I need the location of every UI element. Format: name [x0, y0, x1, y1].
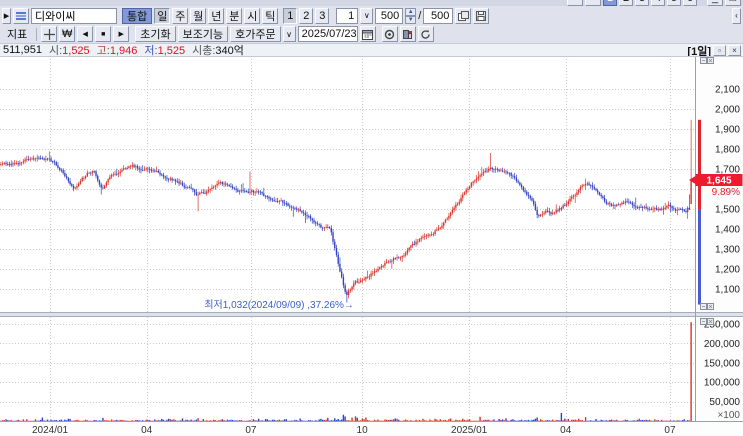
- screen-tab-4[interactable]: 4: [651, 0, 665, 6]
- won-price-icon[interactable]: ₩: [59, 26, 76, 42]
- svg-text:2,000: 2,000: [715, 105, 740, 116]
- step-up-icon[interactable]: ▲: [405, 7, 417, 16]
- divider: [36, 27, 38, 41]
- refresh-icon[interactable]: [417, 26, 434, 42]
- svg-text:1,900: 1,900: [715, 125, 740, 136]
- calendar-icon[interactable]: [359, 26, 376, 42]
- screen-tab-6[interactable]: 6: [683, 0, 697, 6]
- minimize-button[interactable]: _: [707, 0, 723, 6]
- reset-button[interactable]: 초기화: [135, 26, 176, 42]
- svg-text:1,100: 1,100: [715, 285, 740, 296]
- scroll-left-button[interactable]: ◀: [77, 26, 94, 42]
- order-dropdown-button[interactable]: ∨: [282, 26, 296, 42]
- period-hour-button[interactable]: 시: [244, 7, 261, 24]
- scroll-right-button[interactable]: ▶: [113, 26, 130, 42]
- stock-list-icon[interactable]: [13, 7, 29, 24]
- interval-dropdown-button[interactable]: ∨: [360, 7, 374, 24]
- chart-count-1-button[interactable]: 1: [283, 7, 298, 24]
- screen-tab-3[interactable]: 3: [635, 0, 649, 6]
- svg-text:100,000: 100,000: [704, 378, 741, 389]
- period-tick-button[interactable]: 틱: [262, 7, 279, 24]
- price-pane-collapse-icons[interactable]: [700, 303, 714, 310]
- building-icon[interactable]: [399, 26, 416, 42]
- svg-text:150,000: 150,000: [704, 358, 741, 369]
- svg-text:1,800: 1,800: [715, 145, 740, 156]
- candlestick-chart[interactable]: 2,100 2,000 1,900 1,800 1,700 1,500 1,400 1,300…: [0, 56, 743, 436]
- screen-tab-5[interactable]: 5: [667, 0, 681, 6]
- period-year-button[interactable]: 년: [208, 7, 225, 24]
- svg-text:1,400: 1,400: [715, 225, 740, 236]
- svg-text:1,200: 1,200: [715, 265, 740, 276]
- svg-text:04: 04: [141, 425, 153, 436]
- aux-function-button[interactable]: 보조기능: [177, 26, 229, 42]
- menu-icon: [16, 11, 26, 20]
- maximize-button[interactable]: □: [725, 0, 741, 6]
- bars-count-input[interactable]: 500: [375, 7, 404, 24]
- stop-button[interactable]: ■: [95, 26, 112, 42]
- svg-text:10: 10: [357, 425, 369, 436]
- svg-text:1,500: 1,500: [715, 205, 740, 216]
- print-icon[interactable]: [585, 0, 601, 6]
- collapse-panel-button[interactable]: ‹: [732, 7, 741, 24]
- screen-icon[interactable]: [567, 0, 583, 6]
- svg-text:200,000: 200,000: [704, 339, 741, 350]
- screen-tab-1[interactable]: 1: [603, 0, 617, 6]
- period-day-button[interactable]: 일: [154, 7, 171, 24]
- price-pane-expand-icons[interactable]: [700, 57, 714, 64]
- gear-icon[interactable]: [381, 26, 398, 42]
- screen-tab-2[interactable]: 2: [619, 0, 633, 6]
- period-week-button[interactable]: 주: [172, 7, 189, 24]
- volume-pane-expand-icons[interactable]: [700, 318, 714, 325]
- chart-toolbar: ▸ 통합 일 주 월 년 분 시 틱 1 2 3 1 ∨ 500 ▲▼ / 50…: [0, 6, 743, 25]
- period-month-button[interactable]: 월: [190, 7, 207, 24]
- chart-subtoolbar: 지표 ₩ ◀ ■ ▶ 초기화 보조기능 호가주문 ∨ 2025/07/23: [0, 25, 743, 43]
- svg-text:2024/01: 2024/01: [32, 425, 69, 436]
- order-button[interactable]: 호가주문: [230, 26, 281, 42]
- period-minute-button[interactable]: 분: [226, 7, 243, 24]
- close-window-button[interactable]: ×: [728, 45, 741, 56]
- bars-count-stepper[interactable]: ▲ ▼: [405, 7, 417, 24]
- indicator-button[interactable]: 지표: [2, 26, 32, 42]
- panel-arrow-button[interactable]: ▸: [2, 7, 11, 24]
- volume-pane[interactable]: [0, 317, 695, 421]
- stock-name-input[interactable]: [31, 7, 117, 24]
- slash-label: /: [418, 9, 422, 22]
- interval-value[interactable]: 1: [336, 7, 359, 24]
- svg-text:9.89%: 9.89%: [712, 187, 740, 198]
- status-bar: 511,951 시:1,525 고:1,946 저:1,525 시총:340억 …: [0, 43, 743, 58]
- bars-total-input[interactable]: 500: [423, 7, 454, 24]
- new-window-icon[interactable]: [455, 7, 472, 24]
- step-down-icon[interactable]: ▼: [405, 15, 417, 24]
- svg-text:2025/01: 2025/01: [451, 425, 488, 436]
- chart-count-3-button[interactable]: 3: [315, 7, 330, 24]
- crosshair-icon[interactable]: [41, 26, 58, 42]
- svg-text:50,000: 50,000: [709, 397, 740, 408]
- mode-combined-button[interactable]: 통합: [122, 7, 153, 24]
- svg-text:1,645: 1,645: [706, 176, 731, 187]
- svg-text:1,300: 1,300: [715, 245, 740, 256]
- price-pane[interactable]: [0, 56, 695, 312]
- svg-text:07: 07: [245, 425, 257, 436]
- svg-text:×100: ×100: [717, 410, 740, 421]
- svg-text:1,700: 1,700: [715, 165, 740, 176]
- price-range-band: [698, 119, 701, 305]
- svg-text:2,100: 2,100: [715, 85, 740, 96]
- chart-count-2-button[interactable]: 2: [299, 7, 314, 24]
- svg-text:07: 07: [664, 425, 676, 436]
- volume-value: 511,951: [3, 44, 42, 56]
- save-icon[interactable]: [473, 7, 490, 24]
- low-point-annotation: 최저1,032(2024/09/09) ,37.26%→: [204, 299, 354, 311]
- svg-text:04: 04: [560, 425, 572, 436]
- stock-chart-window: 1 2 3 4 5 6 _ □ ▸ 통합 일 주 월 년 분 시 틱 1 2 3…: [0, 0, 743, 436]
- date-field[interactable]: 2025/07/23: [297, 26, 358, 42]
- restore-window-button[interactable]: ▫: [713, 45, 726, 56]
